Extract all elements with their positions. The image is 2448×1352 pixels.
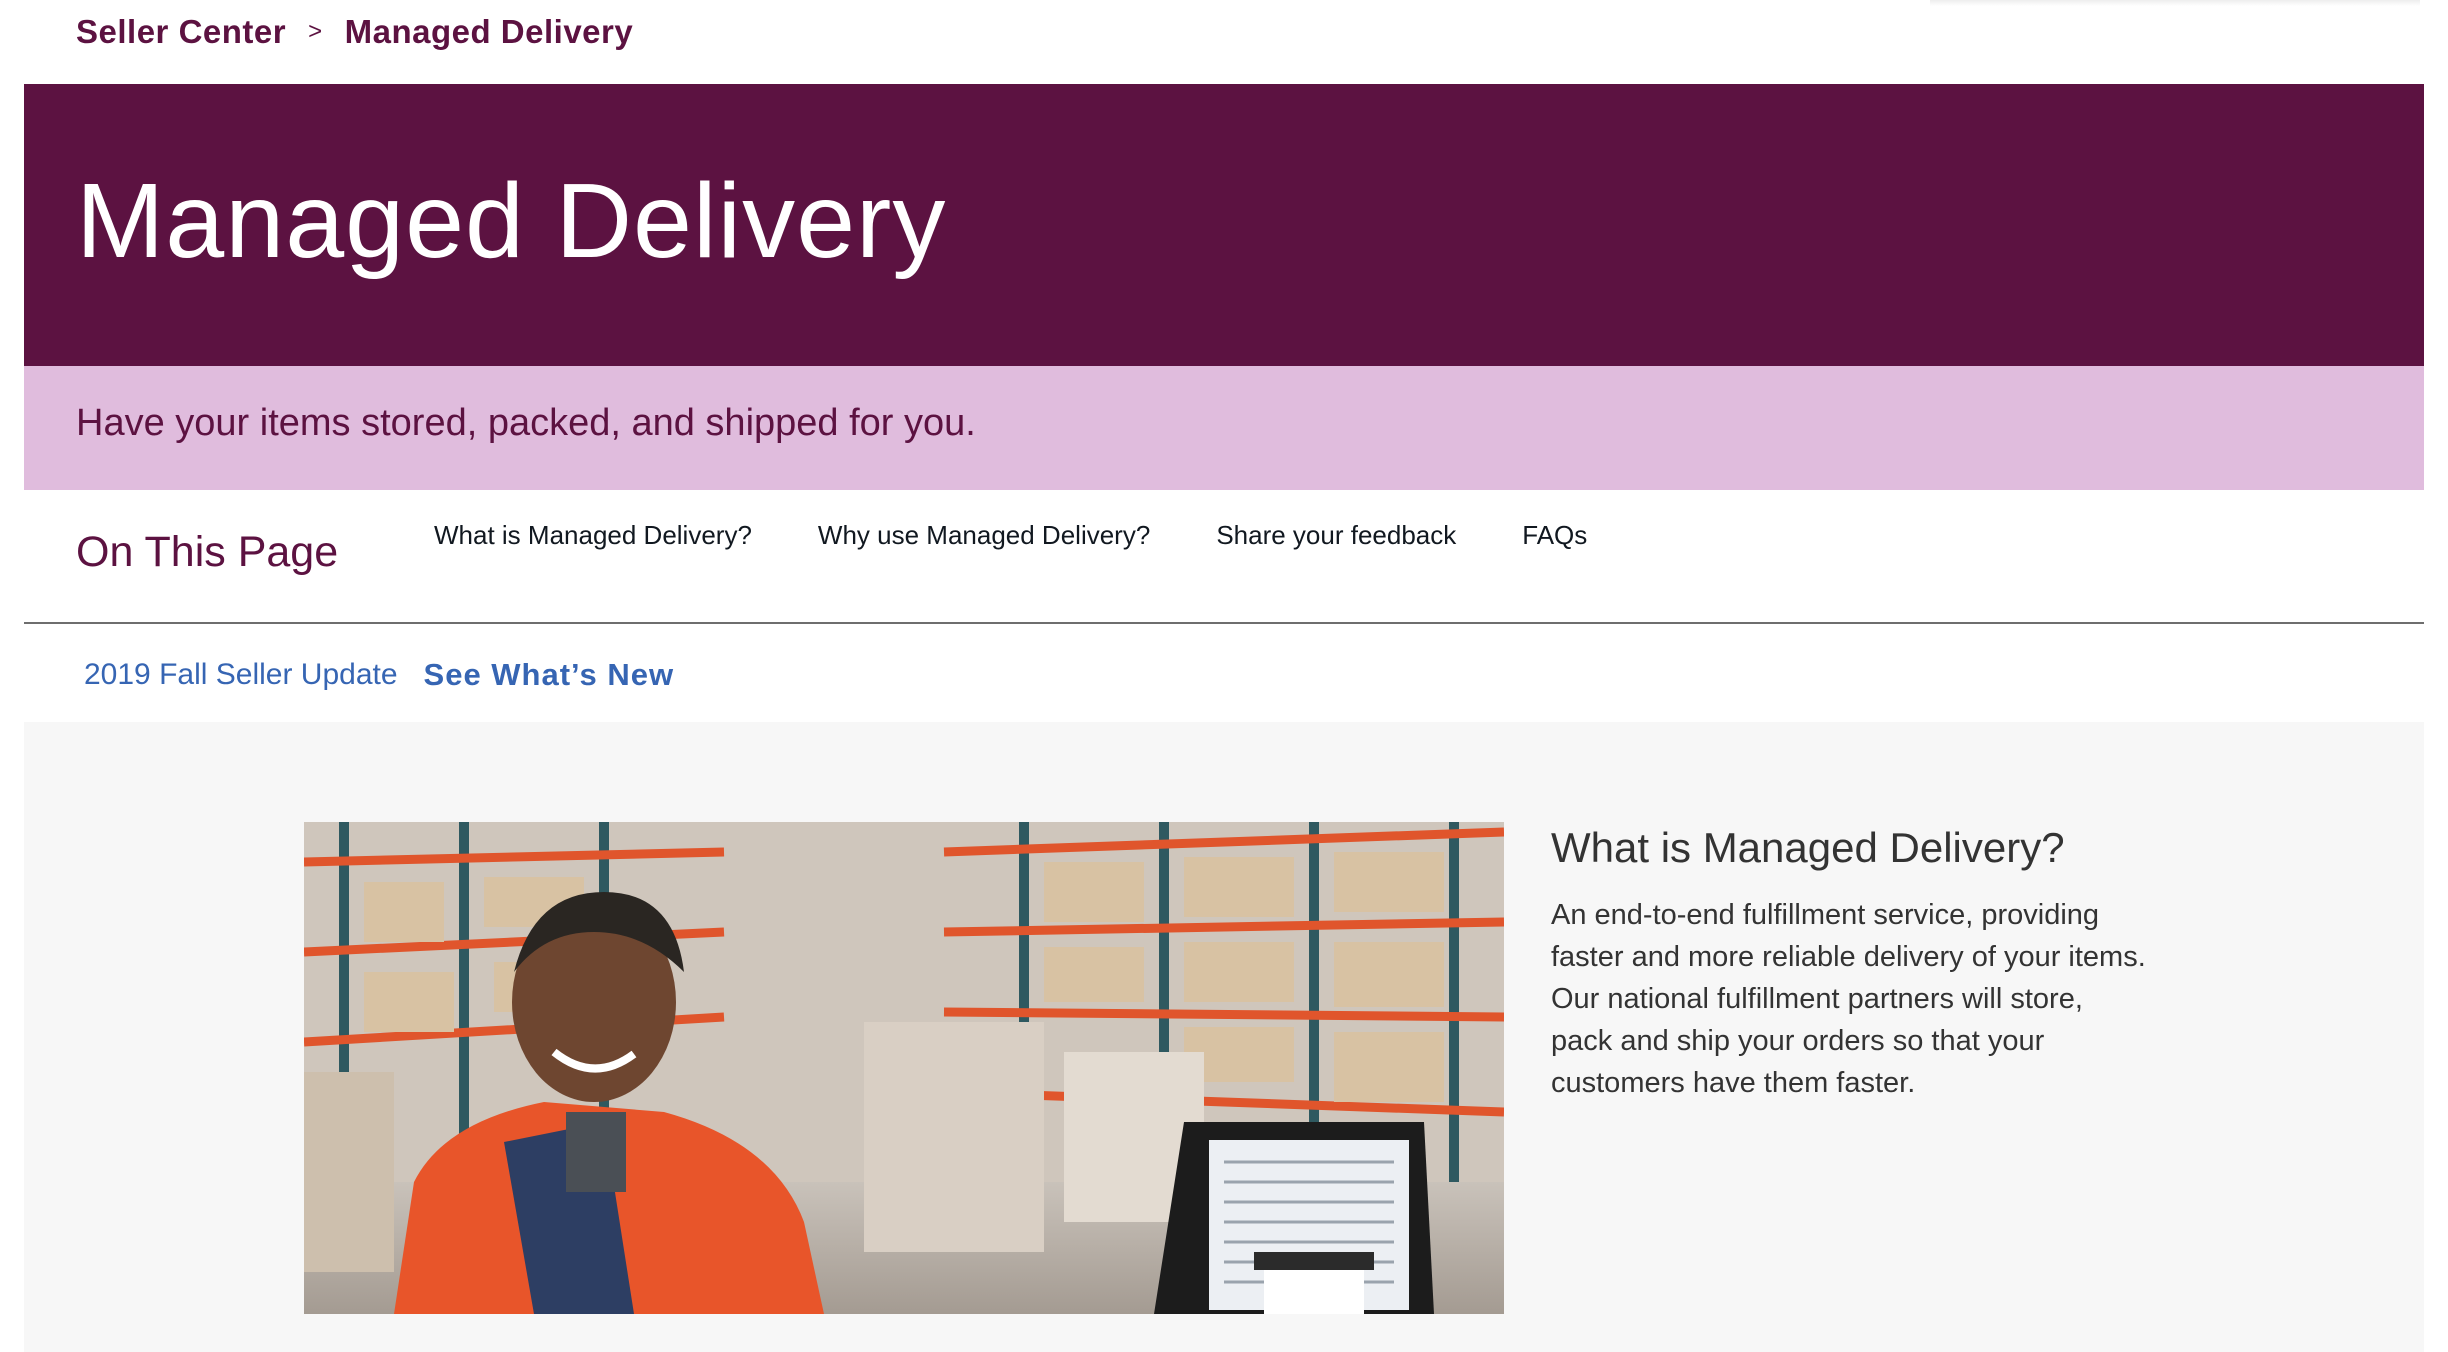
hero-subtitle: Have your items stored, packed, and ship… <box>76 402 976 444</box>
page: Seller Center > Managed Delivery Managed… <box>0 0 2448 1352</box>
nav-link-what-is[interactable]: What is Managed Delivery? <box>434 520 752 551</box>
on-this-page-nav: On This Page What is Managed Delivery? W… <box>24 490 2424 624</box>
on-this-page-title: On This Page <box>76 528 339 576</box>
what-is-info: What is Managed Delivery? An end-to-end … <box>1551 822 2151 1104</box>
nav-link-feedback[interactable]: Share your feedback <box>1216 520 1456 551</box>
on-this-page-links: What is Managed Delivery? Why use Manage… <box>434 520 1587 551</box>
section-heading: What is Managed Delivery? <box>1551 824 2065 871</box>
page-title: Managed Delivery <box>76 162 947 280</box>
breadcrumb: Seller Center > Managed Delivery <box>76 8 633 56</box>
see-whats-new-link[interactable]: See What’s New <box>424 657 675 693</box>
seller-update-bar: 2019 Fall Seller Update See What’s New <box>84 652 674 698</box>
nav-link-faqs[interactable]: FAQs <box>1522 520 1587 551</box>
hero-banner: Managed Delivery <box>24 84 2424 366</box>
nav-link-why-use[interactable]: Why use Managed Delivery? <box>818 520 1150 551</box>
top-edge-shadow <box>1930 0 2420 6</box>
breadcrumb-managed-delivery[interactable]: Managed Delivery <box>345 13 634 51</box>
what-is-section: What is Managed Delivery? An end-to-end … <box>24 722 2424 1352</box>
seller-update-label: 2019 Fall Seller Update <box>84 658 398 691</box>
hero-subtitle-banner: Have your items stored, packed, and ship… <box>24 366 2424 490</box>
warehouse-worker-photo <box>304 822 1504 1314</box>
section-body: An end-to-end fulfillment service, provi… <box>1551 899 2146 1099</box>
breadcrumb-separator: > <box>308 18 323 45</box>
breadcrumb-seller-center[interactable]: Seller Center <box>76 13 286 51</box>
